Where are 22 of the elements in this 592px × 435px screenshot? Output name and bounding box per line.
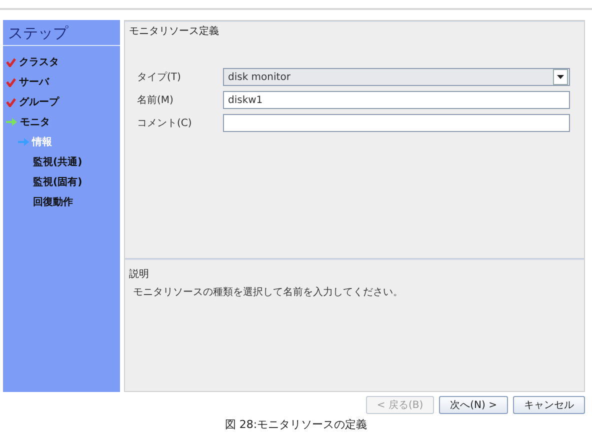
wizard-button[interactable]: 次へ(N) > <box>439 396 508 414</box>
dropdown-arrow-icon <box>557 75 564 79</box>
field-label: 名前(M) <box>137 94 174 107</box>
step-item: クラスタ <box>19 56 59 69</box>
step-item: 監視(固有) <box>33 176 82 189</box>
figure-caption: 図 28:モニタリソースの定義 <box>224 418 368 431</box>
step-item: 回復動作 <box>33 196 73 209</box>
step-item: 情報 <box>32 136 52 149</box>
step-item: モニタ <box>20 116 50 129</box>
input-field[interactable] <box>223 114 570 132</box>
description-text: モニタリソースの種類を選択して名前を入力してください。 <box>132 286 404 299</box>
wizard-button[interactable]: キャンセル <box>513 396 585 414</box>
group-title: モニタリソース定義 <box>129 24 220 38</box>
step-item: 監視(共通) <box>33 156 82 169</box>
step-item: グループ <box>19 95 59 109</box>
input-field[interactable]: diskw1 <box>223 91 570 109</box>
group-title: 説明 <box>129 268 149 281</box>
step-item: サーバ <box>19 76 49 89</box>
field-label: コメント(C) <box>137 117 193 130</box>
type-dropdown[interactable]: disk monitor <box>223 68 570 86</box>
sidebar-title: ステップ <box>3 20 120 46</box>
field-label: タイプ(T) <box>137 70 182 84</box>
